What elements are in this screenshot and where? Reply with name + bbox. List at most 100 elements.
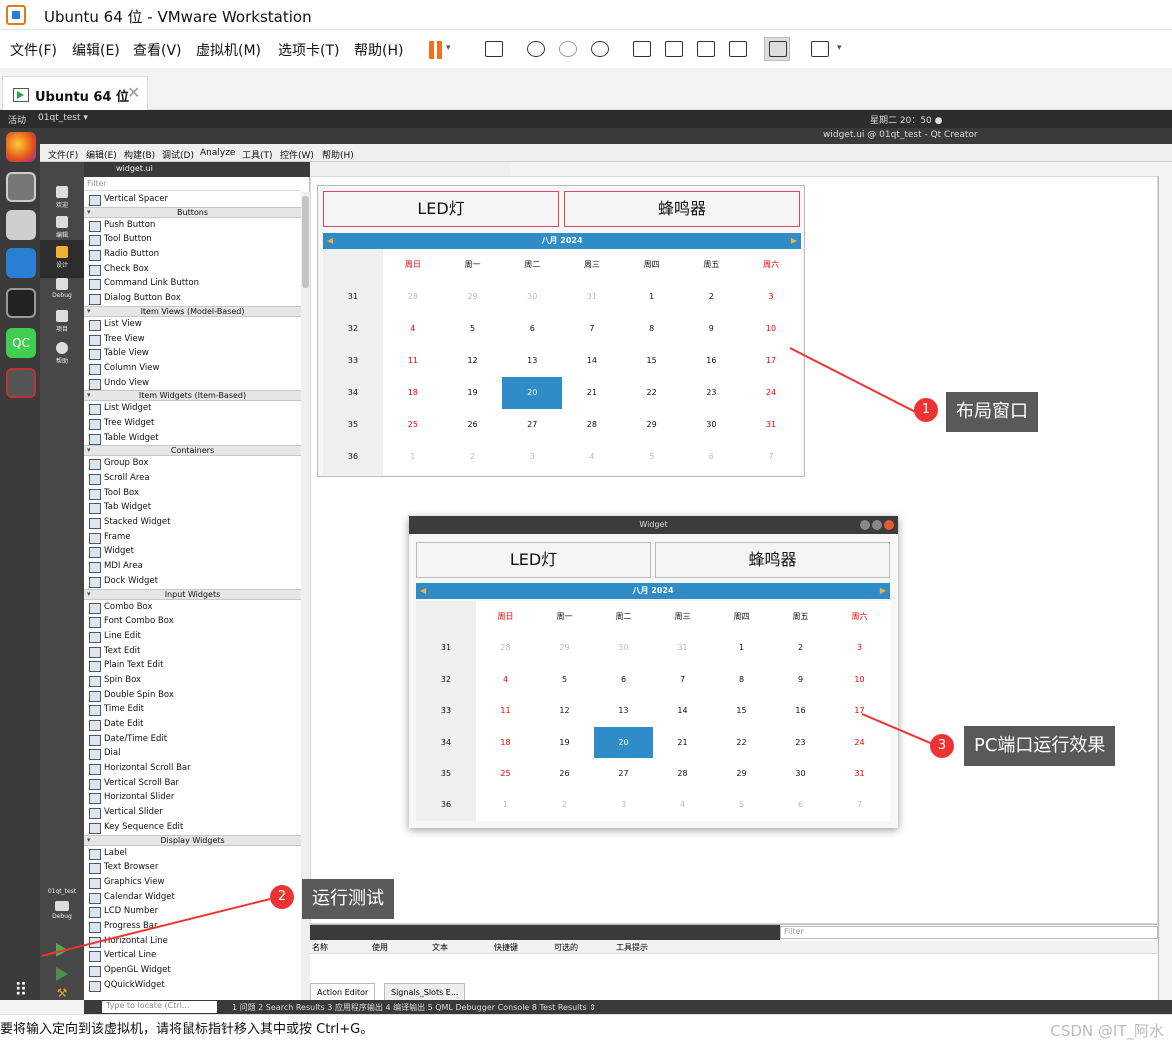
calendar-day[interactable]: 23 <box>682 377 742 409</box>
widget-item[interactable]: Vertical Scroll Bar <box>84 776 301 791</box>
tab-ubuntu[interactable]: Ubuntu 64 位 ✕ <box>2 76 148 110</box>
widget-filter-input[interactable]: Filter <box>84 177 301 191</box>
calendar-day[interactable]: 31 <box>653 632 712 663</box>
widget-item[interactable]: MDI Area <box>84 559 301 574</box>
calendar-day[interactable]: 27 <box>502 409 562 441</box>
calendar-day[interactable]: 7 <box>562 313 622 345</box>
widget-item[interactable]: Radio Button <box>84 247 301 262</box>
prev-month-icon[interactable]: ◀ <box>420 583 426 599</box>
rhythmbox-icon[interactable] <box>6 172 36 202</box>
revert-snapshot-icon[interactable] <box>554 37 580 61</box>
tab-action-editor[interactable]: Action Editor <box>310 983 376 1001</box>
qt-menu-controls[interactable]: 控件(W) <box>280 148 314 161</box>
calendar-day[interactable]: 30 <box>594 632 653 663</box>
widget-item[interactable]: Column View <box>84 361 301 376</box>
calendar-day[interactable]: 6 <box>771 789 830 820</box>
calendar-day[interactable]: 5 <box>443 313 503 345</box>
widget-item[interactable]: Combo Box <box>84 600 301 615</box>
calendar-day[interactable]: 4 <box>383 313 443 345</box>
widget-item[interactable]: Text Browser <box>84 860 301 875</box>
calendar-day[interactable]: 5 <box>535 664 594 695</box>
run-buzzer-button[interactable]: 蜂鸣器 <box>655 542 890 578</box>
led-button[interactable]: LED灯 <box>323 191 559 227</box>
widget-item[interactable]: Command Link Button <box>84 276 301 291</box>
locator-input[interactable]: Type to locate (Ctrl... <box>102 1001 217 1013</box>
calendar-day[interactable]: 22 <box>712 727 771 758</box>
qt-menu-help[interactable]: 帮助(H) <box>322 148 354 161</box>
widget-item[interactable]: Check Box <box>84 262 301 277</box>
files-icon[interactable] <box>6 210 36 240</box>
tab-signals-slots[interactable]: Signals_Slots E... <box>384 983 466 1001</box>
console-view-icon[interactable] <box>764 37 790 61</box>
calendar-day[interactable]: 4 <box>476 664 535 695</box>
calendar-day[interactable]: 7 <box>653 664 712 695</box>
widget-item[interactable]: Tree View <box>84 332 301 347</box>
col-checkable[interactable]: 可选的 <box>554 942 578 953</box>
calendar-day[interactable]: 20 <box>594 726 653 758</box>
stretch-icon[interactable]: ▾ <box>806 37 842 61</box>
run-calendar-month-year[interactable]: 八月 2024 <box>632 586 673 595</box>
designer-form[interactable]: LED灯 蜂鸣器 ◀ 八月 2024 ▶ 周日 周一 周二 周三 周四 周五 周六 31 28 2… <box>317 185 805 477</box>
widget-item[interactable]: Tab Widget <box>84 500 301 515</box>
calendar-day[interactable]: 29 <box>443 281 503 313</box>
close-tab-icon[interactable]: ✕ <box>127 83 140 102</box>
calendar-day[interactable]: 15 <box>622 345 682 377</box>
widget-item[interactable]: Double Spin Box <box>84 688 301 703</box>
minimize-icon[interactable] <box>860 520 870 530</box>
calendar-day[interactable]: 7 <box>830 789 889 820</box>
widget-item[interactable]: Progress Bar <box>84 919 301 934</box>
widget-item[interactable]: Undo View <box>84 376 301 391</box>
widget-item[interactable]: List View <box>84 317 301 332</box>
app-icon[interactable] <box>6 368 36 398</box>
calendar-day[interactable]: 29 <box>622 409 682 441</box>
widget-item[interactable]: QQuickWidget <box>84 978 301 993</box>
widget-item[interactable]: Frame <box>84 530 301 545</box>
action-filter-input[interactable]: Filter <box>780 926 1158 939</box>
widget-item[interactable]: Group Box <box>84 456 301 471</box>
calendar-day[interactable]: 6 <box>682 441 742 473</box>
next-month-icon[interactable]: ▶ <box>791 233 797 249</box>
thumbnail-bar-icon[interactable] <box>660 37 686 61</box>
widget-item[interactable]: Tree Widget <box>84 416 301 431</box>
calendar-day[interactable]: 21 <box>653 727 712 758</box>
scroll-thumb[interactable] <box>302 196 309 288</box>
calendar-day[interactable]: 1 <box>383 441 443 473</box>
widget-item[interactable]: Tool Box <box>84 486 301 501</box>
unity-icon[interactable] <box>724 37 750 61</box>
widget-category[interactable]: Display Widgets <box>84 834 301 846</box>
snapshot-manager-icon[interactable] <box>586 37 612 61</box>
calendar-day[interactable]: 2 <box>771 632 830 663</box>
snapshot-icon[interactable] <box>522 37 548 61</box>
widget-item[interactable]: Widget <box>84 544 301 559</box>
widget-item[interactable]: Vertical Spacer <box>84 192 301 207</box>
calendar-day[interactable]: 24 <box>741 377 801 409</box>
widget-item[interactable]: Time Edit <box>84 702 301 717</box>
widget-item[interactable]: Table View <box>84 346 301 361</box>
calendar-day[interactable]: 23 <box>771 727 830 758</box>
calendar-day[interactable]: 31 <box>562 281 622 313</box>
widget-item[interactable]: Scroll Area <box>84 471 301 486</box>
calendar-day[interactable]: 1 <box>476 789 535 820</box>
widget-item[interactable]: Plain Text Edit <box>84 658 301 673</box>
menu-tabs[interactable]: 选项卡(T) <box>278 40 339 60</box>
calendar-day[interactable]: 11 <box>476 695 535 726</box>
calendar-day[interactable]: 7 <box>741 441 801 473</box>
calendar-day[interactable]: 24 <box>830 727 889 758</box>
calendar-day[interactable]: 19 <box>443 377 503 409</box>
calendar-day[interactable]: 12 <box>443 345 503 377</box>
col-shortcut[interactable]: 快捷键 <box>494 942 518 953</box>
widget-item[interactable]: Dial <box>84 746 301 761</box>
calendar-day[interactable]: 4 <box>653 789 712 820</box>
activities-button[interactable]: 活动 <box>8 113 26 126</box>
widget-item[interactable]: Text Edit <box>84 644 301 659</box>
widget-item[interactable]: Vertical Slider <box>84 805 301 820</box>
calendar-day[interactable]: 22 <box>622 377 682 409</box>
widget-item[interactable]: Vertical Line <box>84 948 301 963</box>
calendar-day[interactable]: 6 <box>502 313 562 345</box>
calendar-day[interactable]: 3 <box>741 281 801 313</box>
calendar-day[interactable]: 30 <box>502 281 562 313</box>
widget-item[interactable]: Spin Box <box>84 673 301 688</box>
calendar-day[interactable]: 30 <box>682 409 742 441</box>
qt-menu-debug[interactable]: 调试(D) <box>162 148 194 161</box>
running-widget-window[interactable]: Widget LED灯 蜂鸣器 ◀ 八月 2024 ▶ 周日 周一 周二 周三 周四 周五… <box>409 516 898 828</box>
